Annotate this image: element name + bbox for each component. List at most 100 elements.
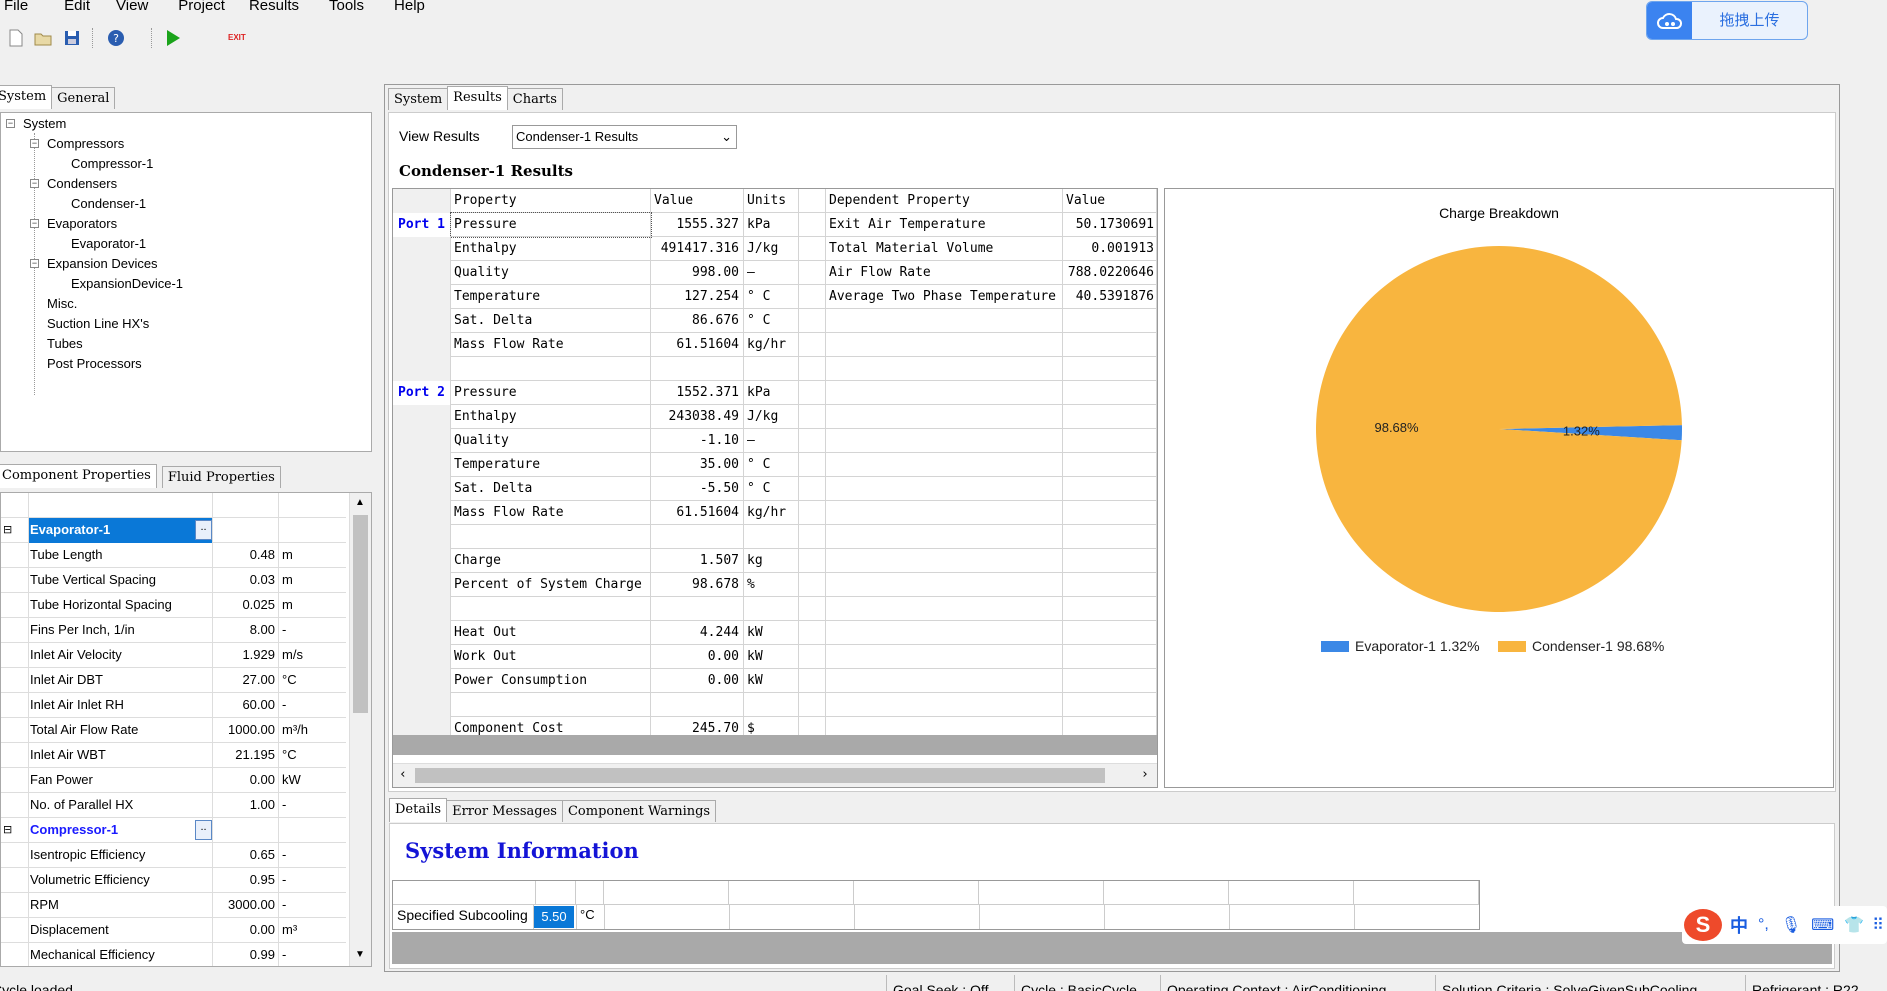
tab-component-properties[interactable]: Component Properties	[0, 464, 157, 488]
menu-edit[interactable]: Edit	[60, 0, 94, 17]
menu-help[interactable]: Help	[390, 0, 429, 17]
prop-row[interactable]: Total Air Flow Rate 1000.00 m³/h	[1, 718, 346, 743]
table-row[interactable]	[393, 693, 1157, 717]
table-row[interactable]: Quality -1.10–	[393, 429, 1157, 453]
tab-fluid-properties[interactable]: Fluid Properties	[161, 466, 281, 488]
menu-tools[interactable]: Tools	[325, 0, 368, 17]
prop-row[interactable]: Inlet Air Velocity 1.929 m/s	[1, 643, 346, 668]
tree-expansiondevice-1[interactable]: ExpansionDevice-1	[71, 275, 183, 293]
table-row[interactable]: Sat. Delta 86.676 ° C	[393, 309, 1157, 333]
save-icon[interactable]	[62, 28, 82, 48]
tree-condenser-1[interactable]: Condenser-1	[71, 195, 146, 213]
tree-post-processors[interactable]: Post Processors	[47, 355, 142, 373]
run-icon[interactable]	[163, 28, 183, 48]
prop-row[interactable]: Fan Power 0.00 kW	[1, 768, 346, 793]
prop-row[interactable]: Tube Vertical Spacing 0.03 m	[1, 568, 346, 593]
collapse-icon[interactable]: −	[30, 219, 39, 228]
microphone-icon[interactable]: 🎙	[1781, 915, 1801, 935]
ime-toolbar[interactable]: S 中 °, 🎙 ⌨ 👕 ⠿	[1682, 906, 1887, 944]
tab-component-warnings[interactable]: Component Warnings	[561, 800, 717, 822]
exit-button[interactable]: EXIT	[228, 28, 248, 48]
table-row[interactable]: Port 2 Pressure 1552.371 kPa	[393, 381, 1157, 405]
prop-row[interactable]: Volumetric Efficiency 0.95-	[1, 868, 346, 893]
table-row[interactable]: Charge 1.507 kg	[393, 549, 1157, 573]
table-row[interactable]: Temperature 127.254 ° C Average Two Phase T…	[393, 285, 1157, 309]
tree-compressor-1[interactable]: Compressor-1	[71, 155, 153, 173]
subcooling-value[interactable]: 5.50	[534, 906, 574, 928]
prop-row[interactable]: Inlet Air DBT 27.00 °C	[1, 668, 346, 693]
group-evaporator-1[interactable]: ⊟ Evaporator-1 ..	[1, 518, 346, 543]
prop-row[interactable]: Isentropic Efficiency 0.65-	[1, 843, 346, 868]
ellipsis-button[interactable]: ..	[195, 520, 212, 540]
open-folder-icon[interactable]	[33, 28, 53, 48]
cloud-upload-button[interactable]: 拖拽上传	[1646, 1, 1808, 40]
ime-language[interactable]: 中	[1730, 912, 1748, 938]
table-row[interactable]: Temperature 35.00 ° C	[393, 453, 1157, 477]
tree-condensers[interactable]: Condensers	[47, 175, 117, 193]
ellipsis-button[interactable]: ..	[195, 820, 212, 840]
collapse-icon[interactable]: −	[6, 119, 15, 128]
shirt-icon[interactable]: 👕	[1844, 915, 1864, 935]
table-row[interactable]: Power Consumption 0.00 kW	[393, 669, 1157, 693]
scroll-right-icon[interactable]: ›	[1141, 767, 1149, 782]
table-row[interactable]: Enthalpy 491417.316 J/kg Total Material Vol…	[393, 237, 1157, 261]
prop-row[interactable]: Tube Length 0.48 m	[1, 543, 346, 568]
new-file-icon[interactable]	[6, 28, 26, 48]
collapse-icon[interactable]: −	[30, 179, 39, 188]
punctuation-icon[interactable]: °,	[1758, 916, 1769, 934]
grid-icon[interactable]: ⠿	[1872, 915, 1884, 935]
property-grid-scrollbar[interactable]: ▲ ▼	[349, 493, 371, 966]
view-results-select[interactable]: Condenser-1 Results ⌄	[512, 125, 737, 149]
tab-results[interactable]: Results	[447, 86, 508, 110]
tree-suction-line-hx[interactable]: Suction Line HX's	[47, 315, 149, 333]
table-row[interactable]: Port 1 Pressure 1555.327 kPa Exit Air Temper…	[393, 212, 1157, 238]
sogou-icon[interactable]: S	[1684, 909, 1722, 941]
prop-row[interactable]: Inlet Air WBT 21.195 °C	[1, 743, 346, 768]
tree-tubes[interactable]: Tubes	[47, 335, 83, 353]
legend-entry[interactable]: Evaporator-1 1.32%	[1355, 638, 1480, 654]
legend-entry[interactable]: Condenser-1 98.68%	[1532, 638, 1664, 654]
tab-system[interactable]: System	[388, 88, 449, 110]
tree-compressors[interactable]: Compressors	[47, 135, 124, 153]
table-row[interactable]: Quality 998.00– Air Flow Rate 788.0220646	[393, 261, 1157, 285]
tree-misc[interactable]: Misc.	[47, 295, 77, 313]
collapse-icon[interactable]: −	[30, 139, 39, 148]
table-row[interactable]	[393, 597, 1157, 621]
scroll-thumb[interactable]	[353, 515, 368, 713]
help-icon[interactable]: ?	[106, 28, 126, 48]
table-row[interactable]: Enthalpy 243038.49 J/kg	[393, 405, 1157, 429]
scroll-up-icon[interactable]: ▲	[355, 497, 365, 508]
tab-general[interactable]: General	[51, 87, 116, 109]
table-row[interactable]	[393, 357, 1157, 381]
tab-error-messages[interactable]: Error Messages	[446, 800, 563, 822]
tab-system-tree[interactable]: System	[0, 85, 53, 109]
collapse-icon[interactable]: −	[30, 259, 39, 268]
tab-charts[interactable]: Charts	[506, 88, 563, 110]
tree-evaporator-1[interactable]: Evaporator-1	[71, 235, 146, 253]
tree-expansion-devices[interactable]: Expansion Devices	[47, 255, 158, 273]
scroll-down-icon[interactable]: ▼	[355, 949, 365, 960]
prop-row[interactable]: Inlet Air Inlet RH 60.00-	[1, 693, 346, 718]
prop-row[interactable]: Fins Per Inch, 1/in 8.00-	[1, 618, 346, 643]
prop-row[interactable]: Displacement 0.00 m³	[1, 918, 346, 943]
table-row[interactable]	[393, 525, 1157, 549]
tab-details[interactable]: Details	[389, 798, 448, 822]
scroll-left-icon[interactable]: ‹	[399, 767, 407, 782]
prop-row[interactable]: Tube Horizontal Spacing 0.025 m	[1, 593, 346, 618]
table-row[interactable]: Mass Flow Rate 61.51604 kg/hr	[393, 333, 1157, 357]
prop-row[interactable]: RPM 3000.00-	[1, 893, 346, 918]
prop-row[interactable]: Mechanical Efficiency 0.99-	[1, 943, 346, 966]
menu-results[interactable]: Results	[245, 0, 303, 17]
menu-project[interactable]: Project	[174, 0, 229, 17]
tree-root[interactable]: System	[23, 115, 66, 133]
table-row[interactable]: Mass Flow Rate 61.51604 kg/hr	[393, 501, 1157, 525]
menu-view[interactable]: View	[112, 0, 152, 17]
prop-row[interactable]: No. of Parallel HX 1.00-	[1, 793, 346, 818]
keyboard-icon[interactable]: ⌨	[1811, 915, 1834, 935]
tree-evaporators[interactable]: Evaporators	[47, 215, 117, 233]
group-compressor-1[interactable]: ⊟ Compressor-1 ..	[1, 818, 346, 843]
menu-file[interactable]: File	[0, 0, 32, 17]
table-row[interactable]: Heat Out 4.244 kW	[393, 621, 1157, 645]
table-row[interactable]: Sat. Delta -5.50 ° C	[393, 477, 1157, 501]
table-row[interactable]: Work Out 0.00 kW	[393, 645, 1157, 669]
